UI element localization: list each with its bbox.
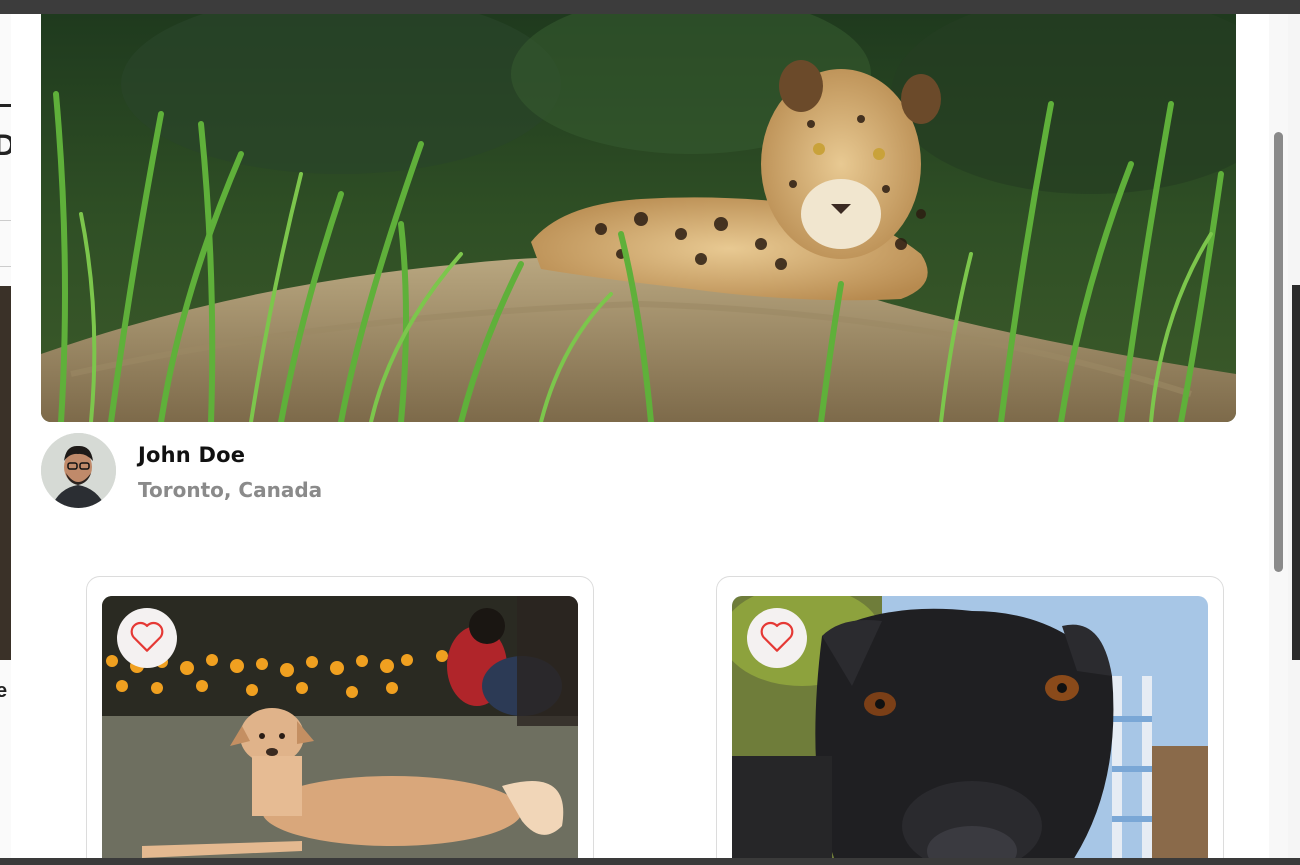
author-profile: John Doe Toronto, Canada bbox=[41, 433, 641, 509]
scrollbar-thumb[interactable] bbox=[1274, 132, 1283, 572]
heart-outline-icon bbox=[128, 619, 166, 658]
avatar[interactable] bbox=[41, 433, 116, 508]
background-photo-fragment bbox=[1292, 285, 1300, 660]
author-location: Toronto, Canada bbox=[138, 478, 323, 502]
author-name[interactable]: John Doe bbox=[138, 443, 245, 467]
hero-image-jaguar bbox=[41, 14, 1236, 422]
overlay-top-bar bbox=[0, 0, 1300, 14]
background-text-fragment: e bbox=[0, 680, 8, 702]
overlay-bottom-bar bbox=[0, 858, 1300, 865]
like-button[interactable] bbox=[747, 608, 807, 668]
related-photo-card[interactable] bbox=[86, 576, 594, 858]
background-photo-fragment bbox=[0, 286, 11, 660]
like-button[interactable] bbox=[117, 608, 177, 668]
related-photo-card[interactable] bbox=[716, 576, 1224, 858]
modal-scrollbar[interactable] bbox=[1269, 14, 1288, 858]
background-right-edge bbox=[1288, 14, 1300, 865]
photo-detail-modal: John Doe Toronto, Canada bbox=[11, 14, 1288, 858]
heart-outline-icon bbox=[758, 619, 796, 658]
background-left-edge: D e bbox=[0, 14, 16, 865]
